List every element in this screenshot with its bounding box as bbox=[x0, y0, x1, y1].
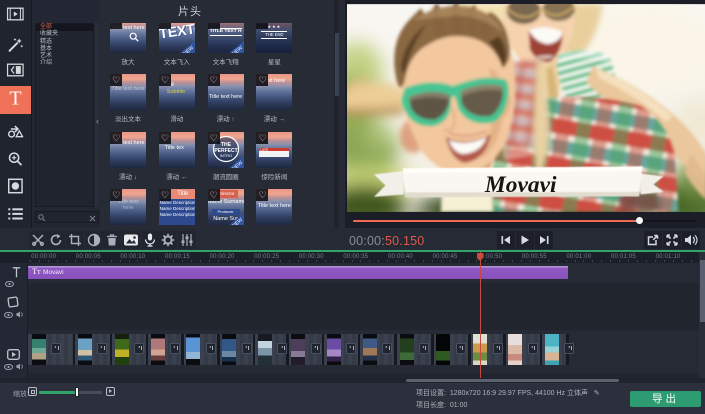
svg-text:INTRO: INTRO bbox=[219, 153, 231, 158]
svg-text:Movavi: Movavi bbox=[483, 172, 556, 198]
